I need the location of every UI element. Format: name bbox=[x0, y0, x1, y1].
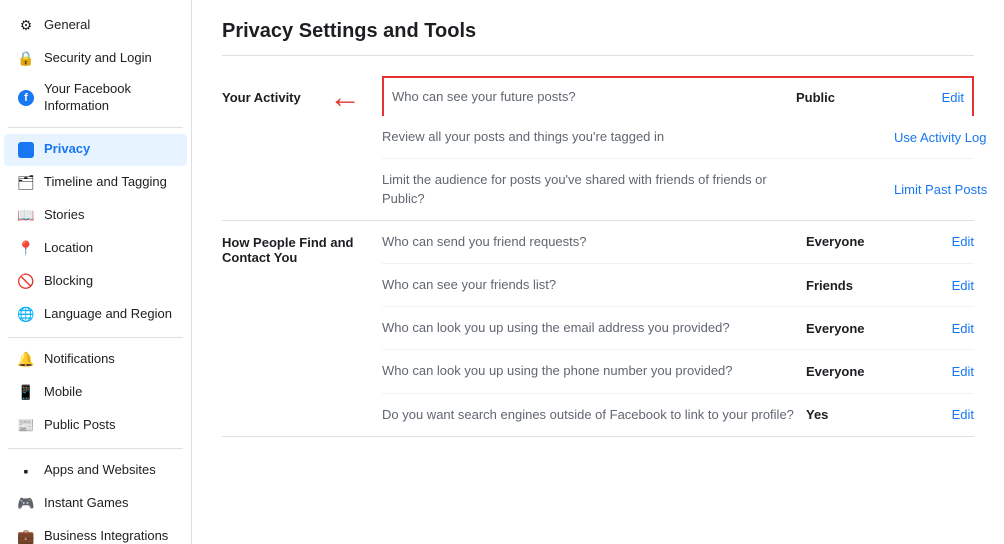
section-label-how-people-find: How People Find and Contact You bbox=[222, 221, 382, 436]
sidebar: ⚙ General 🔒 Security and Login f Your Faceboo… bbox=[0, 0, 192, 544]
settings-section-how-people-find: How People Find and Contact YouWho can s… bbox=[222, 221, 974, 437]
sidebar-divider bbox=[8, 337, 183, 338]
row-description-email-lookup: Who can look you up using the email addr… bbox=[382, 319, 794, 337]
mobile-icon: 📱 bbox=[16, 383, 36, 403]
settings-row-email-lookup: Who can look you up using the email addr… bbox=[382, 307, 974, 350]
apps-icon: ▪ bbox=[16, 461, 36, 481]
row-action-phone-lookup[interactable]: Edit bbox=[894, 364, 974, 379]
sidebar-item-security-login[interactable]: 🔒 Security and Login bbox=[4, 42, 187, 74]
settings-row-friend-requests: Who can send you friend requests?Everyon… bbox=[382, 221, 974, 264]
sidebar-divider bbox=[8, 127, 183, 128]
gear-icon: ⚙ bbox=[16, 15, 36, 35]
sidebar-item-label: Security and Login bbox=[44, 50, 152, 67]
sidebar-item-label: Privacy bbox=[44, 141, 90, 158]
row-description-search-engines: Do you want search engines outside of Fa… bbox=[382, 406, 794, 424]
sidebar-item-label: Apps and Websites bbox=[44, 462, 156, 479]
row-action-friend-requests[interactable]: Edit bbox=[894, 234, 974, 249]
settings-table: Your Activity←Who can see your future po… bbox=[222, 76, 974, 437]
settings-row-activity-log: Review all your posts and things you're … bbox=[382, 116, 974, 159]
sidebar-item-mobile[interactable]: 📱 Mobile bbox=[4, 377, 187, 409]
sidebar-divider bbox=[8, 448, 183, 449]
sidebar-item-privacy[interactable]: Privacy bbox=[4, 134, 187, 166]
row-value-search-engines: Yes bbox=[794, 407, 894, 422]
row-description-future-posts: Who can see your future posts? bbox=[392, 88, 784, 106]
row-action-activity-log[interactable]: Use Activity Log bbox=[894, 130, 974, 145]
section-rows-your-activity: ←Who can see your future posts?PublicEdi… bbox=[382, 76, 974, 220]
sidebar-item-label: Location bbox=[44, 240, 93, 257]
settings-row-phone-lookup: Who can look you up using the phone numb… bbox=[382, 350, 974, 393]
sidebar-item-label: Stories bbox=[44, 207, 84, 224]
page-title: Privacy Settings and Tools bbox=[222, 20, 974, 56]
row-value-future-posts: Public bbox=[784, 90, 884, 105]
row-action-friends-list[interactable]: Edit bbox=[894, 278, 974, 293]
sidebar-item-language-region[interactable]: 🌐 Language and Region bbox=[4, 299, 187, 331]
publicposts-icon: 📰 bbox=[16, 416, 36, 436]
sidebar-item-apps-websites[interactable]: ▪ Apps and Websites bbox=[4, 455, 187, 487]
location-icon: 📍 bbox=[16, 239, 36, 259]
settings-section-your-activity: Your Activity←Who can see your future po… bbox=[222, 76, 974, 221]
row-action-search-engines[interactable]: Edit bbox=[894, 407, 974, 422]
blocking-icon: 🚫 bbox=[16, 272, 36, 292]
settings-row-limit-past-posts: Limit the audience for posts you've shar… bbox=[382, 159, 974, 219]
sidebar-item-label: Public Posts bbox=[44, 417, 116, 434]
row-description-phone-lookup: Who can look you up using the phone numb… bbox=[382, 362, 794, 380]
sidebar-item-label: Timeline and Tagging bbox=[44, 174, 167, 191]
games-icon: 🎮 bbox=[16, 494, 36, 514]
row-action-email-lookup[interactable]: Edit bbox=[894, 321, 974, 336]
business-icon: 💼 bbox=[16, 527, 36, 544]
sidebar-item-label: Notifications bbox=[44, 351, 115, 368]
language-icon: 🌐 bbox=[16, 305, 36, 325]
sidebar-item-stories[interactable]: 📖 Stories bbox=[4, 200, 187, 232]
stories-icon: 📖 bbox=[16, 206, 36, 226]
sidebar-item-general[interactable]: ⚙ General bbox=[4, 9, 187, 41]
shield-icon: 🔒 bbox=[16, 48, 36, 68]
row-action-limit-past-posts[interactable]: Limit Past Posts bbox=[894, 182, 974, 197]
sidebar-item-timeline-tagging[interactable]: 🗂 Timeline and Tagging bbox=[4, 167, 187, 199]
sidebar-item-label: Blocking bbox=[44, 273, 93, 290]
row-description-friend-requests: Who can send you friend requests? bbox=[382, 233, 794, 251]
sidebar-item-instant-games[interactable]: 🎮 Instant Games bbox=[4, 488, 187, 520]
sidebar-item-label: Instant Games bbox=[44, 495, 129, 512]
fb-icon: f bbox=[16, 88, 36, 108]
row-value-email-lookup: Everyone bbox=[794, 321, 894, 336]
sidebar-item-label: Language and Region bbox=[44, 306, 172, 323]
sidebar-item-label: Your Facebook Information bbox=[44, 81, 175, 115]
row-action-future-posts[interactable]: Edit bbox=[884, 90, 964, 105]
settings-row-search-engines: Do you want search engines outside of Fa… bbox=[382, 394, 974, 436]
sidebar-item-label: General bbox=[44, 17, 90, 34]
sidebar-item-business-integrations[interactable]: 💼 Business Integrations bbox=[4, 521, 187, 544]
sidebar-item-public-posts[interactable]: 📰 Public Posts bbox=[4, 410, 187, 442]
sidebar-item-your-fb-info[interactable]: f Your Facebook Information bbox=[4, 75, 187, 121]
row-description-activity-log: Review all your posts and things you're … bbox=[382, 128, 794, 146]
row-value-friends-list: Friends bbox=[794, 278, 894, 293]
row-value-friend-requests: Everyone bbox=[794, 234, 894, 249]
sidebar-item-blocking[interactable]: 🚫 Blocking bbox=[4, 266, 187, 298]
red-arrow-annotation: ← bbox=[329, 79, 361, 116]
notifications-icon: 🔔 bbox=[16, 350, 36, 370]
sidebar-item-label: Mobile bbox=[44, 384, 82, 401]
main-content: Privacy Settings and Tools Your Activity… bbox=[192, 0, 1004, 544]
settings-row-future-posts: ←Who can see your future posts?PublicEdi… bbox=[382, 76, 974, 116]
sidebar-item-location[interactable]: 📍 Location bbox=[4, 233, 187, 265]
sidebar-item-notifications[interactable]: 🔔 Notifications bbox=[4, 344, 187, 376]
privacy-icon bbox=[16, 140, 36, 160]
row-value-phone-lookup: Everyone bbox=[794, 364, 894, 379]
section-rows-how-people-find: Who can send you friend requests?Everyon… bbox=[382, 221, 974, 436]
timeline-icon: 🗂 bbox=[16, 173, 36, 193]
row-description-friends-list: Who can see your friends list? bbox=[382, 276, 794, 294]
settings-row-friends-list: Who can see your friends list?FriendsEdi… bbox=[382, 264, 974, 307]
sidebar-item-label: Business Integrations bbox=[44, 528, 168, 544]
row-description-limit-past-posts: Limit the audience for posts you've shar… bbox=[382, 171, 794, 207]
